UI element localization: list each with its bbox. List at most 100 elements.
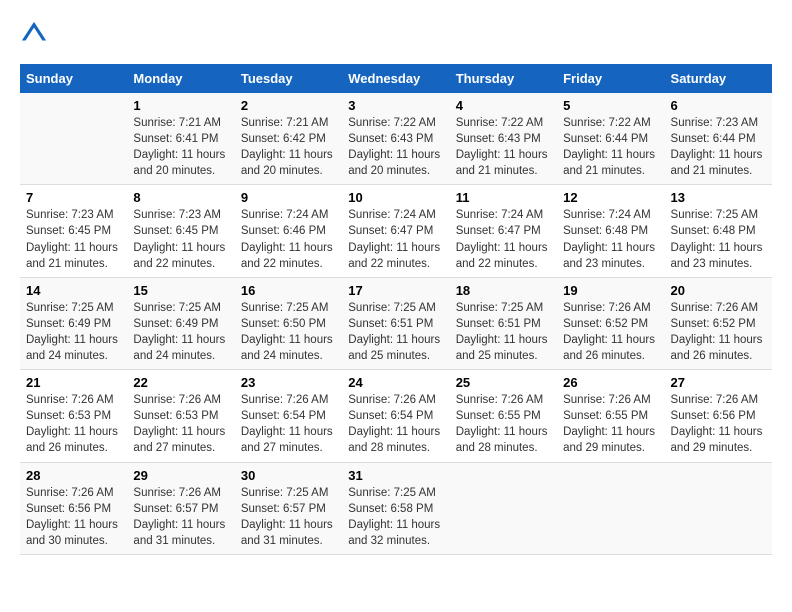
calendar-cell: 20 Sunrise: 7:26 AMSunset: 6:52 PMDayligh… [665, 277, 772, 369]
day-number: 25 [456, 375, 551, 390]
week-row-5: 28 Sunrise: 7:26 AMSunset: 6:56 PMDayligh… [20, 462, 772, 554]
day-number: 7 [26, 190, 121, 205]
calendar-cell: 5 Sunrise: 7:22 AMSunset: 6:44 PMDaylight… [557, 93, 664, 185]
day-number: 8 [133, 190, 228, 205]
header-tuesday: Tuesday [235, 64, 342, 93]
day-info: Sunrise: 7:26 AMSunset: 6:54 PMDaylight:… [241, 392, 336, 456]
week-row-3: 14Sunrise: 7:25 AMSunset: 6:49 PMDayligh… [20, 277, 772, 369]
day-number: 17 [348, 283, 443, 298]
day-number: 3 [348, 98, 443, 113]
calendar-cell [450, 462, 557, 554]
day-number: 4 [456, 98, 551, 113]
day-info: Sunrise: 7:24 AMSunset: 6:46 PMDaylight:… [241, 207, 336, 271]
calendar-cell: 16Sunrise: 7:25 AMSunset: 6:50 PMDayligh… [235, 277, 342, 369]
calendar-cell: 14Sunrise: 7:25 AMSunset: 6:49 PMDayligh… [20, 277, 127, 369]
day-info: Sunrise: 7:25 AMSunset: 6:49 PMDaylight:… [133, 300, 228, 364]
calendar-cell: 13 Sunrise: 7:25 AMSunset: 6:48 PMDayligh… [665, 185, 772, 277]
calendar-cell: 9Sunrise: 7:24 AMSunset: 6:46 PMDaylight… [235, 185, 342, 277]
day-info: Sunrise: 7:22 AMSunset: 6:44 PMDaylight:… [563, 115, 658, 179]
calendar-table: SundayMondayTuesdayWednesdayThursdayFrid… [20, 64, 772, 555]
calendar-cell: 1 Sunrise: 7:21 AMSunset: 6:41 PMDaylight… [127, 93, 234, 185]
day-number: 15 [133, 283, 228, 298]
week-row-4: 21Sunrise: 7:26 AMSunset: 6:53 PMDayligh… [20, 370, 772, 462]
header-thursday: Thursday [450, 64, 557, 93]
calendar-cell: 26Sunrise: 7:26 AMSunset: 6:55 PMDayligh… [557, 370, 664, 462]
day-number: 29 [133, 468, 228, 483]
calendar-cell: 25 Sunrise: 7:26 AMSunset: 6:55 PMDayligh… [450, 370, 557, 462]
day-number: 13 [671, 190, 766, 205]
calendar-cell [557, 462, 664, 554]
day-number: 31 [348, 468, 443, 483]
day-info: Sunrise: 7:23 AMSunset: 6:45 PMDaylight:… [133, 207, 228, 271]
day-info: Sunrise: 7:24 AMSunset: 6:48 PMDaylight:… [563, 207, 658, 271]
calendar-cell [665, 462, 772, 554]
day-info: Sunrise: 7:25 AMSunset: 6:50 PMDaylight:… [241, 300, 336, 364]
header-monday: Monday [127, 64, 234, 93]
day-number: 23 [241, 375, 336, 390]
day-info: Sunrise: 7:22 AMSunset: 6:43 PMDaylight:… [348, 115, 443, 179]
calendar-cell: 12Sunrise: 7:24 AMSunset: 6:48 PMDayligh… [557, 185, 664, 277]
calendar-cell: 6 Sunrise: 7:23 AMSunset: 6:44 PMDaylight… [665, 93, 772, 185]
week-row-2: 7 Sunrise: 7:23 AMSunset: 6:45 PMDaylight… [20, 185, 772, 277]
header-sunday: Sunday [20, 64, 127, 93]
day-info: Sunrise: 7:26 AMSunset: 6:52 PMDaylight:… [671, 300, 766, 364]
calendar-cell: 30 Sunrise: 7:25 AMSunset: 6:57 PMDayligh… [235, 462, 342, 554]
calendar-cell: 3 Sunrise: 7:22 AMSunset: 6:43 PMDaylight… [342, 93, 449, 185]
day-info: Sunrise: 7:26 AMSunset: 6:53 PMDaylight:… [133, 392, 228, 456]
day-number: 2 [241, 98, 336, 113]
day-info: Sunrise: 7:25 AMSunset: 6:58 PMDaylight:… [348, 485, 443, 549]
calendar-cell: 2 Sunrise: 7:21 AMSunset: 6:42 PMDaylight… [235, 93, 342, 185]
day-info: Sunrise: 7:21 AMSunset: 6:42 PMDaylight:… [241, 115, 336, 179]
day-info: Sunrise: 7:24 AMSunset: 6:47 PMDaylight:… [456, 207, 551, 271]
day-number: 6 [671, 98, 766, 113]
day-info: Sunrise: 7:22 AMSunset: 6:43 PMDaylight:… [456, 115, 551, 179]
calendar-cell: 29 Sunrise: 7:26 AMSunset: 6:57 PMDayligh… [127, 462, 234, 554]
day-info: Sunrise: 7:26 AMSunset: 6:52 PMDaylight:… [563, 300, 658, 364]
calendar-cell: 27 Sunrise: 7:26 AMSunset: 6:56 PMDayligh… [665, 370, 772, 462]
logo-icon [20, 20, 48, 48]
day-number: 11 [456, 190, 551, 205]
calendar-cell: 31 Sunrise: 7:25 AMSunset: 6:58 PMDayligh… [342, 462, 449, 554]
day-info: Sunrise: 7:25 AMSunset: 6:51 PMDaylight:… [456, 300, 551, 364]
day-info: Sunrise: 7:26 AMSunset: 6:54 PMDaylight:… [348, 392, 443, 456]
day-number: 28 [26, 468, 121, 483]
calendar-cell: 8 Sunrise: 7:23 AMSunset: 6:45 PMDaylight… [127, 185, 234, 277]
day-number: 30 [241, 468, 336, 483]
calendar-cell: 19 Sunrise: 7:26 AMSunset: 6:52 PMDayligh… [557, 277, 664, 369]
day-info: Sunrise: 7:25 AMSunset: 6:51 PMDaylight:… [348, 300, 443, 364]
calendar-cell [20, 93, 127, 185]
day-number: 10 [348, 190, 443, 205]
day-number: 1 [133, 98, 228, 113]
day-info: Sunrise: 7:25 AMSunset: 6:48 PMDaylight:… [671, 207, 766, 271]
day-info: Sunrise: 7:21 AMSunset: 6:41 PMDaylight:… [133, 115, 228, 179]
day-info: Sunrise: 7:26 AMSunset: 6:55 PMDaylight:… [563, 392, 658, 456]
day-info: Sunrise: 7:26 AMSunset: 6:56 PMDaylight:… [671, 392, 766, 456]
calendar-cell: 23 Sunrise: 7:26 AMSunset: 6:54 PMDayligh… [235, 370, 342, 462]
day-number: 22 [133, 375, 228, 390]
calendar-cell: 21Sunrise: 7:26 AMSunset: 6:53 PMDayligh… [20, 370, 127, 462]
logo [20, 20, 52, 48]
day-number: 20 [671, 283, 766, 298]
day-info: Sunrise: 7:26 AMSunset: 6:57 PMDaylight:… [133, 485, 228, 549]
calendar-cell: 24Sunrise: 7:26 AMSunset: 6:54 PMDayligh… [342, 370, 449, 462]
day-info: Sunrise: 7:26 AMSunset: 6:56 PMDaylight:… [26, 485, 121, 549]
day-info: Sunrise: 7:23 AMSunset: 6:44 PMDaylight:… [671, 115, 766, 179]
day-number: 19 [563, 283, 658, 298]
week-row-1: 1 Sunrise: 7:21 AMSunset: 6:41 PMDaylight… [20, 93, 772, 185]
calendar-cell: 11 Sunrise: 7:24 AMSunset: 6:47 PMDayligh… [450, 185, 557, 277]
day-number: 5 [563, 98, 658, 113]
header-wednesday: Wednesday [342, 64, 449, 93]
day-info: Sunrise: 7:25 AMSunset: 6:49 PMDaylight:… [26, 300, 121, 364]
header-friday: Friday [557, 64, 664, 93]
day-info: Sunrise: 7:26 AMSunset: 6:55 PMDaylight:… [456, 392, 551, 456]
day-number: 27 [671, 375, 766, 390]
calendar-cell: 7Sunrise: 7:23 AMSunset: 6:45 PMDaylight… [20, 185, 127, 277]
day-info: Sunrise: 7:26 AMSunset: 6:53 PMDaylight:… [26, 392, 121, 456]
page-header [20, 20, 772, 48]
calendar-cell: 17 Sunrise: 7:25 AMSunset: 6:51 PMDayligh… [342, 277, 449, 369]
day-info: Sunrise: 7:24 AMSunset: 6:47 PMDaylight:… [348, 207, 443, 271]
calendar-cell: 18Sunrise: 7:25 AMSunset: 6:51 PMDayligh… [450, 277, 557, 369]
calendar-cell: 10 Sunrise: 7:24 AMSunset: 6:47 PMDayligh… [342, 185, 449, 277]
day-info: Sunrise: 7:25 AMSunset: 6:57 PMDaylight:… [241, 485, 336, 549]
calendar-cell: 15 Sunrise: 7:25 AMSunset: 6:49 PMDayligh… [127, 277, 234, 369]
